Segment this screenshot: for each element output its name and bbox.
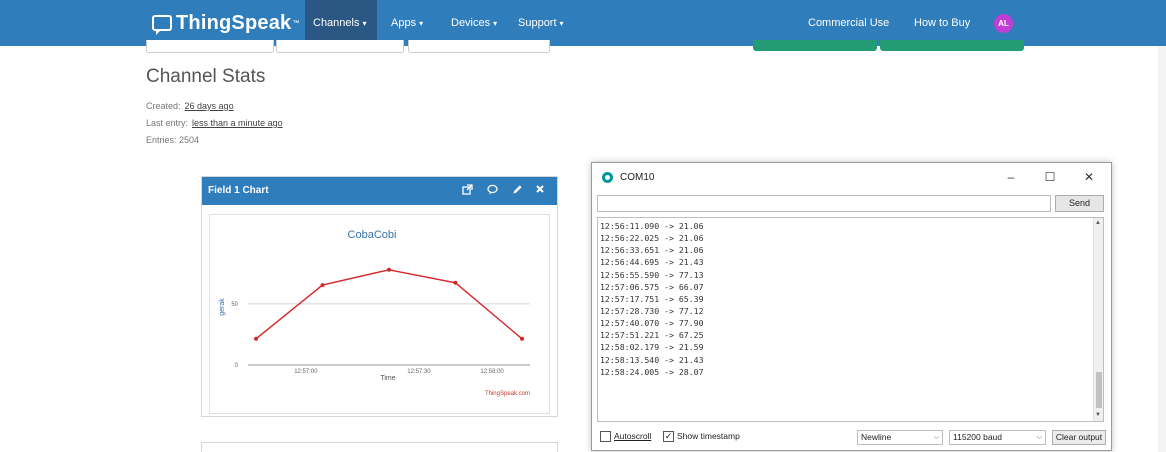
- y-tick-label: 50: [231, 302, 238, 308]
- partial-green-button[interactable]: [753, 40, 877, 51]
- data-point[interactable]: [320, 283, 325, 288]
- serial-output-line: 12:56:11.090 -> 21.06: [600, 221, 704, 231]
- y-tick-label: 0: [235, 363, 239, 369]
- serial-output-line: 12:57:28.730 -> 77.12: [600, 305, 704, 316]
- chart-header: Field 1 Chart: [202, 177, 557, 205]
- chart-header-title: Field 1 Chart: [208, 185, 269, 196]
- pencil-icon[interactable]: [512, 184, 523, 199]
- thingspeak-credit-link[interactable]: ThingSpeak.com: [485, 391, 530, 397]
- scroll-down-icon[interactable]: ▼: [1095, 412, 1101, 418]
- nav-support-label: Support: [518, 17, 557, 29]
- brand-name: ThingSpeak: [176, 11, 292, 34]
- baud-rate-select[interactable]: 115200 baud ⌵: [949, 430, 1046, 445]
- arduino-icon: [602, 172, 613, 183]
- chart-area: CobaCobi 0 50 12:57:00 12:57:30 12:58:00 ge…: [209, 214, 550, 414]
- baud-rate-value: 115200 baud: [953, 432, 1003, 442]
- serial-output-lines: 12:56:11.090 -> 21.06 12:56:22.025 -> 21.…: [600, 220, 704, 378]
- chevron-down-icon: ⌵: [933, 434, 939, 441]
- x-axis-label: Time: [380, 375, 395, 382]
- serial-output[interactable]: 12:56:11.090 -> 21.06 12:56:22.025 -> 21.…: [597, 217, 1104, 422]
- chevron-down-icon: ▾: [493, 19, 498, 28]
- x-tick-label: 12:58:00: [480, 369, 504, 375]
- chevron-down-icon: ▾: [419, 19, 424, 28]
- trademark-mark: ™: [292, 19, 300, 27]
- chart-title: CobaCobi: [348, 229, 397, 241]
- screen: ThingSpeak ™ Channels ▾ Apps ▾ Devices ▾ Su…: [0, 0, 1166, 452]
- serial-output-line: 12:56:33.651 -> 21.06: [600, 245, 704, 256]
- serial-output-line: 12:57:06.575 -> 66.07: [600, 281, 704, 292]
- window-titlebar[interactable]: COM10 – ☐ ✕: [592, 163, 1111, 191]
- x-tick-labels: 12:57:00 12:57:30 12:58:00: [294, 369, 504, 375]
- x-tick-label: 12:57:00: [294, 369, 318, 375]
- serial-output-line: 12:56:22.025 -> 21.06: [600, 233, 704, 244]
- close-button[interactable]: ✕: [1076, 168, 1102, 186]
- nav-channels-label: Channels: [313, 17, 360, 29]
- maximize-button[interactable]: ☐: [1037, 168, 1063, 186]
- partial-tab-button[interactable]: [408, 40, 550, 53]
- comment-icon[interactable]: [487, 184, 498, 199]
- serial-output-line: 12:58:24.005 -> 28.07: [600, 366, 704, 377]
- created-label: Created:: [146, 101, 181, 111]
- serial-monitor-window: COM10 – ☐ ✕ Send 12:56:11.090 -> 21.06 12…: [591, 162, 1112, 451]
- data-point[interactable]: [520, 336, 524, 341]
- created-stat: Created: 26 days ago: [146, 101, 234, 111]
- minimize-button[interactable]: –: [998, 168, 1024, 186]
- chevron-down-icon: ⌵: [1036, 434, 1042, 441]
- chevron-down-icon: ▾: [559, 19, 564, 28]
- serial-output-line: 12:57:51.221 -> 67.25: [600, 330, 704, 341]
- data-point[interactable]: [387, 267, 391, 272]
- created-value: 26 days ago: [184, 101, 234, 111]
- serial-output-line: 12:56:55.590 -> 77.13: [600, 269, 704, 280]
- x-tick-label: 12:57:30: [407, 369, 431, 375]
- scroll-up-icon[interactable]: ▲: [1095, 220, 1101, 226]
- serial-output-line: 12:56:44.695 -> 21.43: [600, 257, 704, 268]
- field-1-chart-widget: Field 1 Chart CobaCobi 0 50 12:57:00 12:57…: [201, 176, 558, 417]
- page-scrollbar[interactable]: [1158, 46, 1166, 452]
- user-avatar[interactable]: AL: [994, 14, 1013, 33]
- nav-devices-label: Devices: [451, 17, 491, 29]
- entries-stat: Entries: 2504: [146, 135, 200, 145]
- autoscroll-label[interactable]: Autoscroll: [614, 431, 651, 441]
- channel-stats-title: Channel Stats: [146, 66, 266, 87]
- speech-bubble-icon: [152, 15, 172, 35]
- serial-output-line: 12:57:40.070 -> 77.90: [600, 318, 704, 329]
- serial-output-line: 12:58:13.540 -> 21.43: [600, 354, 704, 365]
- line-ending-select[interactable]: Newline ⌵: [857, 430, 943, 445]
- line-ending-value: Newline: [861, 432, 892, 442]
- partial-tab-button[interactable]: [146, 40, 274, 53]
- clear-output-button[interactable]: Clear output: [1052, 430, 1106, 445]
- close-icon[interactable]: [535, 184, 545, 198]
- serial-send-input[interactable]: [597, 195, 1051, 212]
- external-link-icon[interactable]: [462, 184, 473, 199]
- partial-green-button[interactable]: [880, 40, 1024, 51]
- chart-grid: [248, 303, 530, 366]
- data-point[interactable]: [254, 336, 258, 341]
- y-axis-label: gerak: [219, 298, 226, 316]
- y-tick-labels: 0 50: [231, 302, 238, 369]
- window-title: COM10: [620, 172, 655, 183]
- next-widget-partial: [201, 442, 558, 452]
- serial-status-row: Autoscroll ✓ Show timestamp Newline ⌵ 11…: [592, 426, 1111, 450]
- serial-output-line: 12:58:02.179 -> 21.59: [600, 342, 704, 353]
- last-entry-value: less than a minute ago: [192, 118, 283, 128]
- scrollbar-thumb[interactable]: [1096, 372, 1102, 408]
- output-scrollbar[interactable]: ▲ ▼: [1093, 218, 1103, 421]
- chevron-down-icon: ▾: [362, 19, 367, 28]
- send-button[interactable]: Send: [1055, 195, 1104, 212]
- nav-apps-label: Apps: [391, 17, 417, 29]
- serial-output-line: 12:57:17.751 -> 65.39: [600, 293, 704, 304]
- data-point[interactable]: [453, 280, 458, 285]
- show-timestamp-label[interactable]: Show timestamp: [677, 431, 740, 441]
- brand-logo[interactable]: ThingSpeak ™: [152, 10, 299, 36]
- last-entry-stat: Last entry: less than a minute ago: [146, 118, 283, 128]
- show-timestamp-checkbox[interactable]: ✓: [663, 431, 674, 442]
- autoscroll-checkbox[interactable]: [600, 431, 611, 442]
- line-chart: CobaCobi 0 50 12:57:00 12:57:30 12:58:00 ge…: [219, 229, 530, 397]
- partial-tab-button[interactable]: [276, 40, 404, 53]
- last-entry-label: Last entry:: [146, 118, 189, 128]
